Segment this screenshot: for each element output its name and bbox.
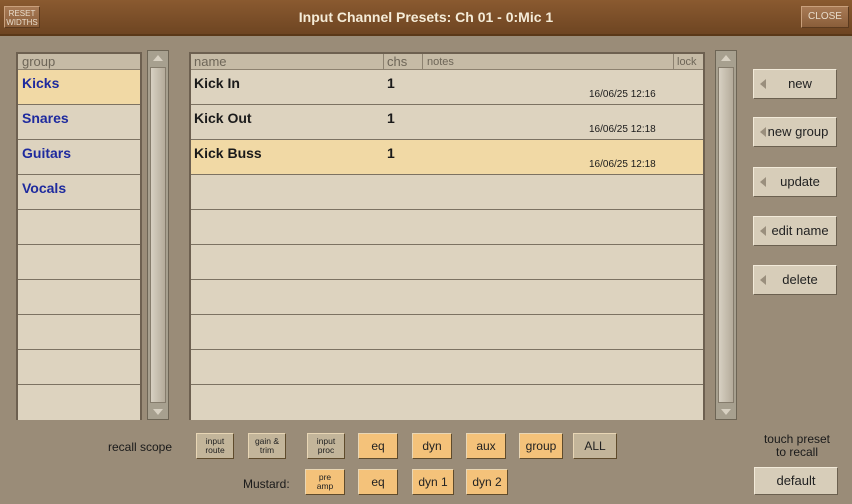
mustard-dyn2-button[interactable]: dyn 2 (466, 469, 508, 495)
close-button[interactable]: CLOSE (801, 6, 849, 28)
preset-empty-row[interactable] (191, 350, 703, 385)
preset-row[interactable]: Kick In 1 16/06/25 12:16 (191, 70, 703, 105)
preset-empty-row[interactable] (191, 315, 703, 350)
input-proc-line2: proc (317, 445, 335, 455)
scope-all-button[interactable]: ALL (573, 433, 617, 459)
hint-line2: to recall (775, 445, 819, 459)
column-divider[interactable] (673, 54, 674, 69)
scope-dyn-button[interactable]: dyn (412, 433, 452, 459)
pre-amp-line2: amp (316, 481, 334, 491)
scroll-down-icon[interactable] (721, 409, 731, 415)
column-divider[interactable] (422, 54, 423, 69)
preset-empty-row[interactable] (191, 280, 703, 315)
preset-date: 16/06/25 12:16 (589, 89, 656, 100)
scroll-down-icon[interactable] (153, 409, 163, 415)
mustard-label: Mustard: (243, 477, 290, 491)
preset-chs: 1 (387, 110, 395, 126)
group-empty-row[interactable] (18, 350, 140, 385)
preset-empty-row[interactable] (191, 385, 703, 420)
preset-name: Kick Buss (194, 145, 262, 161)
preset-header: name chs notes lock (191, 54, 703, 70)
arrow-left-icon (760, 79, 766, 89)
column-lock[interactable]: lock (677, 54, 697, 70)
preset-chs: 1 (387, 145, 395, 161)
preset-empty-row[interactable] (191, 210, 703, 245)
group-header: group (18, 54, 140, 70)
gain-trim-line2: trim (259, 445, 275, 455)
hint-line1: touch preset (763, 432, 831, 446)
preset-row-selected[interactable]: Kick Buss 1 16/06/25 12:18 (191, 140, 703, 175)
new-label: new (788, 76, 812, 91)
recall-scope-label: recall scope (108, 440, 173, 454)
arrow-left-icon (760, 226, 766, 236)
group-item-snares[interactable]: Snares (18, 105, 140, 140)
group-empty-row[interactable] (18, 315, 140, 350)
scope-gain-trim-button[interactable]: gain & trim (248, 433, 286, 459)
mustard-eq-button[interactable]: eq (358, 469, 398, 495)
group-list: group Kicks Snares Guitars Vocals (16, 52, 142, 420)
title-bar: RESET WIDTHS Input Channel Presets: Ch 0… (0, 0, 852, 36)
group-empty-row[interactable] (18, 210, 140, 245)
scope-input-proc-button[interactable]: input proc (307, 433, 345, 459)
scope-input-route-button[interactable]: input route (196, 433, 234, 459)
preset-scrollbar[interactable] (715, 50, 737, 420)
update-label: update (780, 174, 820, 189)
scope-eq-button[interactable]: eq (358, 433, 398, 459)
delete-label: delete (782, 272, 818, 287)
scope-group-button[interactable]: group (519, 433, 563, 459)
group-scrollbar[interactable] (147, 50, 169, 420)
arrow-left-icon (760, 177, 766, 187)
group-item-kicks[interactable]: Kicks (18, 70, 140, 105)
preset-scroll-thumb[interactable] (718, 67, 734, 403)
group-scroll-thumb[interactable] (150, 67, 166, 403)
preset-row[interactable]: Kick Out 1 16/06/25 12:18 (191, 105, 703, 140)
preset-empty-row[interactable] (191, 175, 703, 210)
delete-button[interactable]: delete (753, 265, 837, 295)
preset-name: Kick Out (194, 110, 252, 126)
preset-chs: 1 (387, 75, 395, 91)
group-empty-row[interactable] (18, 385, 140, 420)
preset-date: 16/06/25 12:18 (589, 159, 656, 170)
scroll-up-icon[interactable] (153, 55, 163, 61)
column-divider[interactable] (383, 54, 384, 69)
mustard-dyn1-button[interactable]: dyn 1 (412, 469, 454, 495)
default-button[interactable]: default (754, 467, 838, 495)
group-empty-row[interactable] (18, 280, 140, 315)
preset-name: Kick In (194, 75, 240, 91)
preset-date: 16/06/25 12:18 (589, 124, 656, 135)
group-empty-row[interactable] (18, 245, 140, 280)
column-chs[interactable]: chs (387, 54, 407, 70)
arrow-left-icon (760, 127, 766, 137)
arrow-left-icon (760, 275, 766, 285)
edit-name-button[interactable]: edit name (753, 216, 837, 246)
mustard-pre-amp-button[interactable]: pre amp (305, 469, 345, 495)
window-title: Input Channel Presets: Ch 01 - 0:Mic 1 (298, 9, 554, 25)
scope-aux-button[interactable]: aux (466, 433, 506, 459)
input-route-line2: route (205, 445, 225, 455)
group-item-vocals[interactable]: Vocals (18, 175, 140, 210)
new-button[interactable]: new (753, 69, 837, 99)
preset-list: name chs notes lock Kick In 1 16/06/25 1… (189, 52, 705, 420)
new-group-button[interactable]: new group (753, 117, 837, 147)
touch-preset-hint: touch preset to recall (752, 433, 842, 459)
column-notes[interactable]: notes (427, 54, 454, 70)
update-button[interactable]: update (753, 167, 837, 197)
group-item-guitars[interactable]: Guitars (18, 140, 140, 175)
scroll-up-icon[interactable] (721, 55, 731, 61)
new-group-label: new group (767, 124, 829, 139)
edit-name-label: edit name (771, 223, 829, 238)
preset-empty-row[interactable] (191, 245, 703, 280)
column-name[interactable]: name (194, 54, 227, 70)
